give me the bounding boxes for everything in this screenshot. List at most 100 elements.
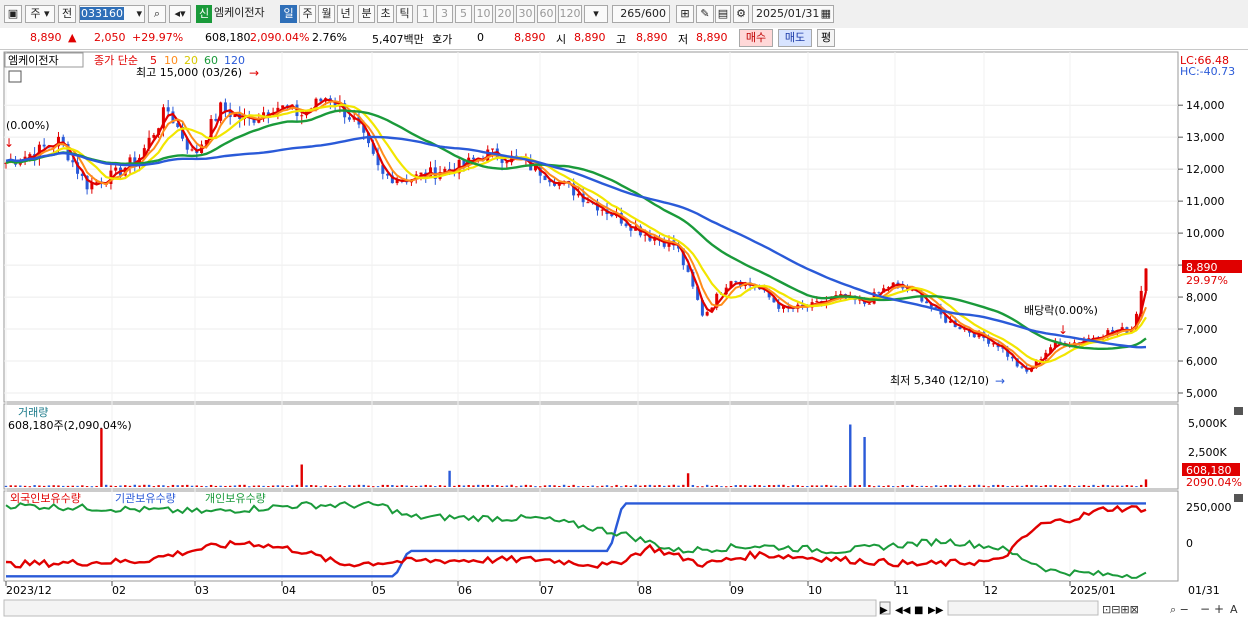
holding-close-icon[interactable]	[1234, 494, 1243, 502]
num-1[interactable]: 1	[417, 5, 434, 23]
candle-body	[471, 157, 475, 160]
volume-bar	[682, 484, 685, 487]
stop-icon[interactable]: ■	[914, 605, 923, 616]
x-tick-label: 11	[895, 584, 909, 597]
prev-button[interactable]: 전	[58, 5, 76, 23]
tf-minute[interactable]: 분	[358, 5, 375, 23]
minus-icon[interactable]: −	[1200, 602, 1210, 616]
zoom-out-icon[interactable]: ⌕ −	[1170, 603, 1189, 616]
num-5[interactable]: 5	[455, 5, 472, 23]
volume-bar	[286, 485, 289, 487]
volume-bar	[925, 485, 928, 487]
num-60[interactable]: 60	[537, 5, 556, 23]
count-field[interactable]: 265/600	[612, 5, 670, 23]
search-icon[interactable]: ⌕	[148, 5, 166, 23]
volume-bar	[19, 485, 22, 487]
volume-bar	[410, 485, 413, 487]
volume-bar	[104, 484, 108, 487]
volume-bar	[76, 485, 79, 487]
candle-body	[925, 301, 929, 304]
change-pct: +29.97%	[132, 31, 184, 44]
volume-bar	[787, 486, 790, 488]
stock-code-input[interactable]: 033160 ▾	[79, 5, 145, 23]
num-20[interactable]: 20	[495, 5, 514, 23]
volume-bar	[224, 485, 227, 487]
tf-second[interactable]: 초	[377, 5, 394, 23]
x-axis-last-date: 01/31	[1188, 584, 1220, 597]
volume-bar	[491, 485, 494, 487]
rewind-icon[interactable]: ◀◀	[895, 605, 911, 616]
volume-bar	[1092, 484, 1095, 487]
volume-bar	[214, 485, 218, 487]
draw-tool-icon[interactable]: ✎	[696, 5, 714, 23]
volume-bar	[1035, 485, 1038, 487]
volume-bar	[519, 485, 523, 487]
chart-area[interactable]: 엠케이전자 종가 단순 5 10 20 60 120 LC:66.48 HC:-…	[0, 50, 1248, 621]
speaker-icon[interactable]: ◂▾	[169, 5, 191, 23]
volume-bar	[543, 485, 547, 487]
volume-bar	[849, 424, 852, 487]
buy-button[interactable]: 매수	[739, 29, 773, 47]
tf-month[interactable]: 월	[318, 5, 335, 23]
volume-bar	[95, 485, 98, 487]
candle-body	[347, 117, 351, 120]
tf-week[interactable]: 주	[299, 5, 316, 23]
up-arrow-icon: ▲	[68, 31, 77, 44]
count-max: /600	[641, 7, 666, 20]
pyeong-button[interactable]: 평	[817, 29, 835, 47]
num-120[interactable]: 120	[558, 5, 582, 23]
volume-bar	[548, 485, 551, 487]
plus-icon[interactable]: +	[1214, 602, 1224, 616]
num-10[interactable]: 10	[474, 5, 493, 23]
volume-bar	[1044, 485, 1048, 487]
save-icon[interactable]: ▤	[715, 5, 731, 23]
volume-bar	[744, 485, 747, 487]
x-tick-label: 06	[458, 584, 472, 597]
open-price: 8,890	[574, 31, 606, 44]
horizontal-scrollbar[interactable]	[3, 599, 877, 617]
volume-bar	[934, 485, 938, 487]
stock-chart-svg[interactable]: 엠케이전자 종가 단순 5 10 20 60 120 LC:66.48 HC:-…	[0, 50, 1248, 621]
volume-bar	[529, 485, 532, 487]
tf-day[interactable]: 일	[280, 5, 297, 23]
volume-bar	[696, 486, 699, 488]
period-select[interactable]: 주 ▾	[25, 5, 55, 23]
candle-body	[505, 162, 509, 164]
volume-bar	[81, 485, 84, 487]
volume-bar	[462, 485, 466, 487]
volume-bar	[677, 485, 680, 487]
play-icon[interactable]: ▶	[880, 605, 888, 616]
layout-icon[interactable]: ▣	[4, 5, 22, 23]
volume-bar	[896, 486, 900, 488]
volume-bar	[1144, 479, 1148, 487]
open-label: 시	[556, 33, 567, 46]
volume-bar	[62, 485, 65, 487]
forward-icon[interactable]: ▶▶	[928, 605, 944, 616]
price-tag-pct: 29.97%	[1186, 274, 1228, 287]
volume-readout: 608,180주(2,090.04%)	[8, 419, 132, 432]
num-select[interactable]: ▾	[584, 5, 608, 23]
volume-bar	[500, 485, 504, 487]
volume-close-icon[interactable]	[1234, 407, 1243, 415]
sell-button[interactable]: 매도	[778, 29, 812, 47]
font-size-icon[interactable]: A	[1230, 603, 1238, 616]
zoom-slider[interactable]	[947, 600, 1099, 616]
volume-bar	[424, 484, 427, 487]
volume-bar	[901, 485, 904, 487]
holding-axis-top: 250,000	[1186, 501, 1232, 514]
num-3[interactable]: 3	[436, 5, 453, 23]
toolbar-icons-bottom[interactable]: ⊡⊟⊞⊠	[1102, 603, 1139, 616]
volume-bar	[176, 485, 179, 487]
date-field[interactable]: 2025/01/31 ▦	[752, 5, 834, 23]
tf-year[interactable]: 년	[337, 5, 354, 23]
table-toggle-icon[interactable]	[8, 70, 22, 83]
volume-bar	[28, 486, 32, 488]
num-30[interactable]: 30	[516, 5, 535, 23]
x-tick-label: 02	[112, 584, 126, 597]
chart-type-icon[interactable]: ⊞	[676, 5, 694, 23]
tf-tick[interactable]: 틱	[396, 5, 413, 23]
calendar-icon[interactable]: ▦	[821, 6, 831, 22]
gear-icon[interactable]: ⚙	[733, 5, 749, 23]
high-label: 고	[616, 33, 627, 46]
candle-body	[214, 118, 218, 121]
